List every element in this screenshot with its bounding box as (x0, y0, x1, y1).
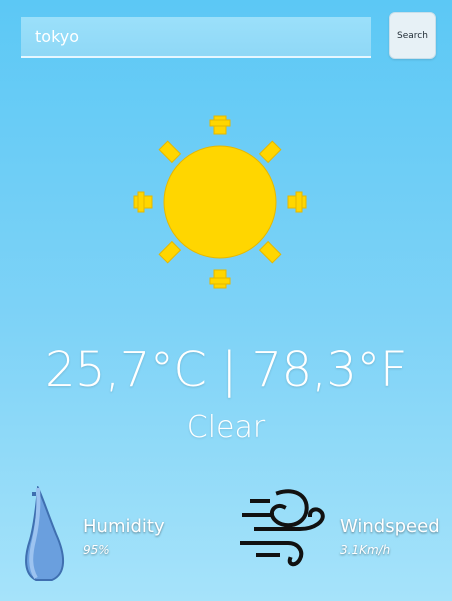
windspeed-value: 3.1Km/h (340, 543, 391, 557)
weather-app: Search 25,7°C | 78,3°F Clear (0, 0, 452, 601)
city-search-field[interactable] (21, 17, 371, 58)
city-search-input[interactable] (21, 17, 371, 56)
search-button[interactable]: Search (389, 12, 436, 59)
wind-icon (240, 489, 325, 567)
windspeed-label: Windspeed (340, 516, 440, 537)
water-drop-icon (25, 486, 64, 581)
sun-icon (133, 115, 307, 289)
weather-condition: Clear (186, 410, 266, 445)
humidity-value: 95% (83, 543, 110, 557)
humidity-label: Humidity (83, 516, 165, 537)
temperature-readout: 25,7°C | 78,3°F (44, 342, 408, 398)
